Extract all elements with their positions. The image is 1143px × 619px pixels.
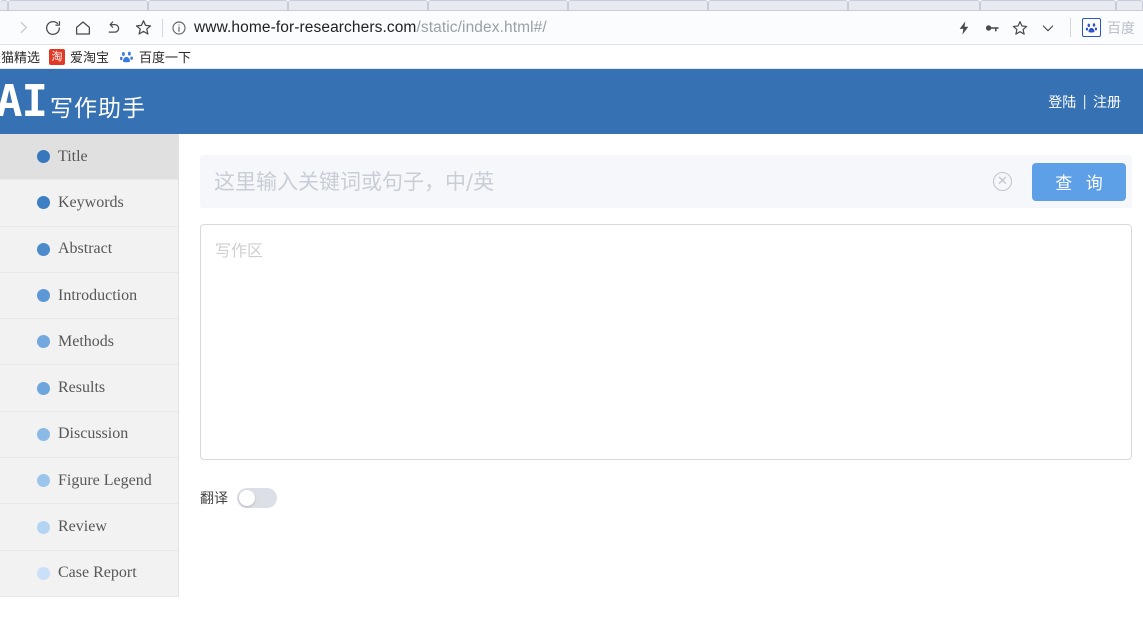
browser-tab[interactable]: [428, 0, 568, 10]
toggle-knob: [239, 490, 255, 506]
toolbar-right-group: 百度: [951, 15, 1135, 41]
sidebar-item-label: Figure Legend: [58, 471, 152, 489]
bookmark-item[interactable]: 天猫精选: [0, 47, 40, 66]
timeline-dot-icon: [37, 566, 50, 580]
search-button[interactable]: 查 询: [1032, 162, 1126, 201]
register-link[interactable]: 注册: [1093, 92, 1121, 112]
browser-tab[interactable]: [0, 0, 8, 10]
sidebar-item-review[interactable]: Review: [0, 504, 178, 551]
browser-tab[interactable]: [288, 0, 428, 10]
browser-tab[interactable]: [148, 0, 288, 10]
app-header: AI 写作助手 登陆 | 注册: [0, 69, 1143, 134]
sidebar-item-title[interactable]: Title: [0, 134, 178, 181]
translate-toggle-row: 翻译: [200, 488, 1132, 508]
timeline-dot-icon: [37, 289, 50, 303]
bookmark-item[interactable]: 淘 爱淘宝: [49, 47, 109, 66]
lightning-icon[interactable]: [951, 15, 977, 41]
timeline-dot-icon: [37, 520, 50, 534]
browser-tab[interactable]: [848, 0, 980, 10]
login-link[interactable]: 登陆: [1048, 92, 1076, 112]
taobao-icon: 淘: [49, 48, 66, 65]
home-icon[interactable]: [68, 13, 98, 43]
baidu-extension[interactable]: 百度: [1080, 18, 1135, 38]
url-path: /static/index.html#/: [416, 18, 547, 36]
bookmark-star-icon[interactable]: [128, 13, 158, 43]
timeline-dot-icon: [37, 474, 50, 488]
forward-icon[interactable]: [8, 13, 38, 43]
site-info-icon[interactable]: [171, 20, 187, 36]
back-arrow-icon[interactable]: [98, 13, 128, 43]
timeline-dot-icon: [37, 242, 50, 256]
address-bar[interactable]: www.home-for-researchers.com/static/inde…: [171, 13, 951, 43]
sidebar-item-label: Abstract: [58, 240, 113, 258]
url-domain: www.home-for-researchers.com: [194, 18, 417, 36]
search-bar: ✕ 查 询: [200, 155, 1132, 208]
translate-toggle-switch[interactable]: [237, 488, 277, 508]
timeline-dot-icon: [37, 150, 50, 164]
auth-separator: |: [1082, 93, 1087, 110]
star-icon[interactable]: [1007, 15, 1033, 41]
sidebar-item-case-report[interactable]: Case Report: [0, 551, 178, 597]
timeline-dot-icon: [37, 381, 50, 395]
writing-area-textarea[interactable]: [200, 224, 1132, 460]
sidebar-item-introduction[interactable]: Introduction: [0, 273, 178, 320]
translate-label: 翻译: [200, 491, 228, 507]
sidebar-item-label: Results: [58, 379, 106, 397]
bookmarks-bar: 天猫精选 淘 爱淘宝 百度一下: [0, 45, 1143, 69]
app-logo[interactable]: AI 写作助手: [0, 75, 146, 127]
logo-mark: AI: [0, 75, 48, 127]
sidebar-item-abstract[interactable]: Abstract: [0, 227, 178, 273]
clear-circle-icon[interactable]: ✕: [993, 172, 1012, 191]
bookmark-label: 爱淘宝: [70, 51, 110, 66]
toolbar-divider: [162, 18, 163, 37]
browser-toolbar: www.home-for-researchers.com/static/inde…: [0, 11, 1143, 45]
browser-tab[interactable]: [1116, 0, 1143, 10]
browser-tab[interactable]: [8, 0, 148, 10]
bookmark-label: 天猫精选: [0, 51, 41, 66]
sidebar-nav: Title Keywords Abstract Introduction Met…: [0, 134, 179, 597]
browser-tab[interactable]: [568, 0, 708, 10]
bookmark-label: 百度一下: [139, 51, 192, 66]
timeline-dot-icon: [37, 427, 50, 441]
baidu-paw-icon: [1082, 18, 1101, 37]
baidu-extension-label: 百度: [1107, 20, 1135, 37]
page-body: Title Keywords Abstract Introduction Met…: [0, 134, 1143, 597]
browser-tab[interactable]: [708, 0, 848, 10]
browser-tab-strip[interactable]: [0, 0, 1143, 11]
sidebar-item-keywords[interactable]: Keywords: [0, 180, 178, 227]
sidebar-item-results[interactable]: Results: [0, 365, 178, 412]
url-text: www.home-for-researchers.com/static/inde…: [194, 19, 547, 37]
timeline-dot-icon: [37, 196, 50, 210]
timeline-dot-icon: [37, 335, 50, 349]
sidebar-item-label: Keywords: [58, 193, 124, 211]
logo-text: 写作助手: [49, 95, 146, 122]
sidebar-item-label: Title: [58, 147, 88, 165]
browser-tab[interactable]: [980, 0, 1116, 10]
sidebar-item-figure-legend[interactable]: Figure Legend: [0, 458, 178, 505]
main-content: ✕ 查 询 翻译: [179, 134, 1143, 597]
bookmark-item[interactable]: 百度一下: [118, 47, 191, 66]
baidu-paw-icon: [118, 49, 134, 65]
sidebar-item-label: Review: [58, 518, 107, 536]
sidebar-item-label: Discussion: [58, 425, 129, 443]
chevron-down-icon[interactable]: [1035, 15, 1061, 41]
sidebar-item-discussion[interactable]: Discussion: [0, 412, 178, 459]
sidebar-item-methods[interactable]: Methods: [0, 319, 178, 366]
reload-icon[interactable]: [38, 13, 68, 43]
sidebar-item-label: Introduction: [58, 286, 138, 304]
key-icon[interactable]: [979, 15, 1005, 41]
auth-links: 登陆 | 注册: [1048, 92, 1121, 112]
sidebar-item-label: Case Report: [58, 564, 137, 582]
sidebar-item-label: Methods: [58, 332, 114, 350]
toolbar-divider: [1070, 18, 1071, 37]
search-input[interactable]: [214, 155, 993, 208]
